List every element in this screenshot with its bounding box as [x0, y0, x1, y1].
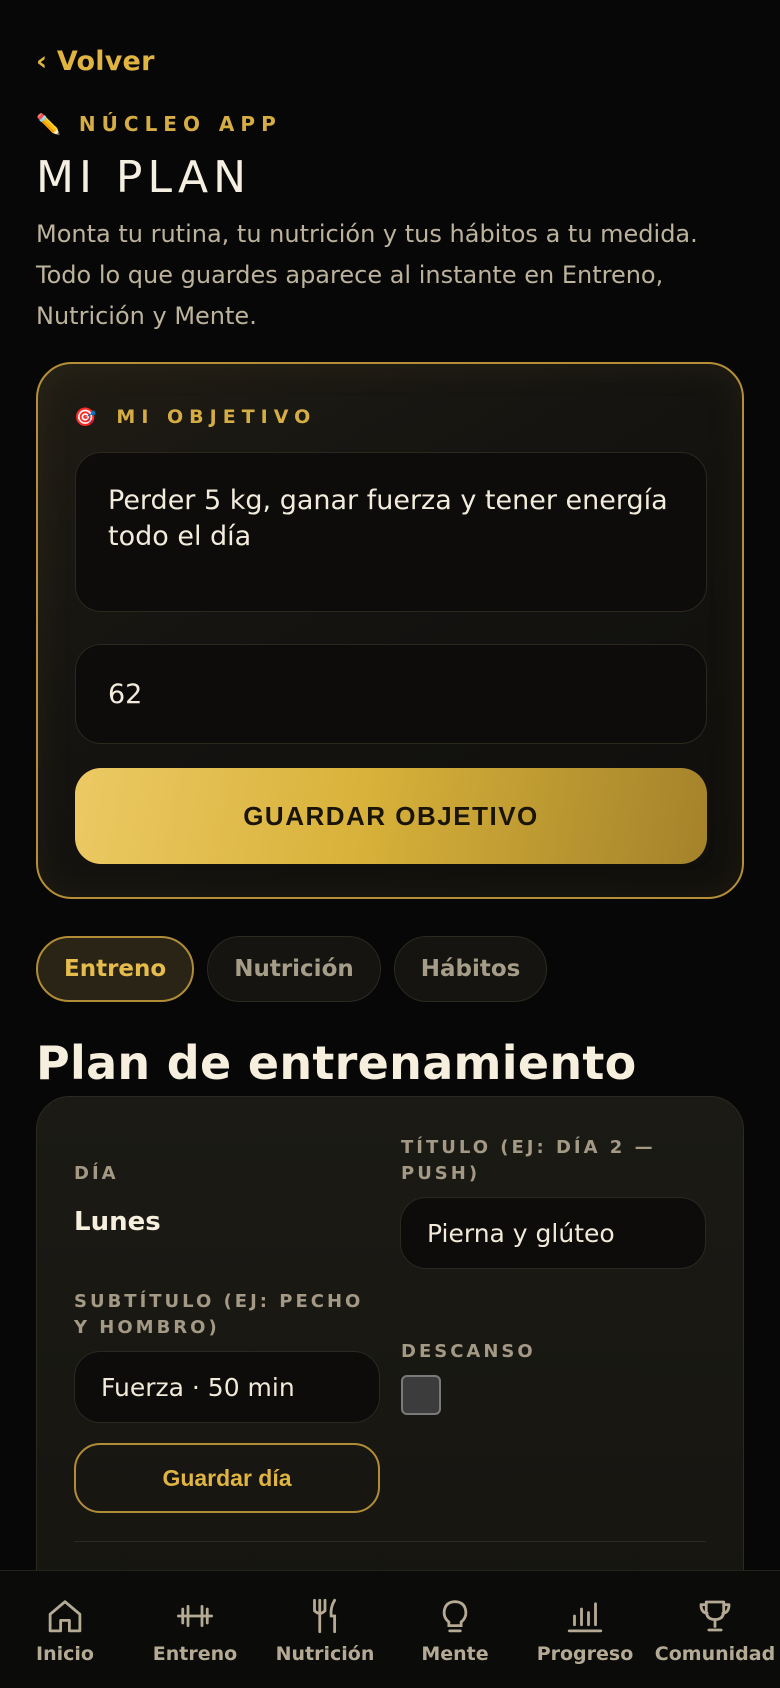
subtitle-input[interactable]: Fuerza · 50 min	[74, 1351, 380, 1423]
nav-label: Inicio	[36, 1643, 94, 1665]
nav-label: Comunidad	[654, 1643, 776, 1665]
eyebrow-text: NÚCLEO APP	[78, 112, 282, 136]
goal-textarea[interactable]: Perder 5 kg, ganar fuerza y tener energí…	[75, 452, 707, 612]
subtitle-label: SUBTÍTULO (EJ: PECHO Y HOMBRO)	[74, 1291, 364, 1338]
day-label: DÍA	[74, 1163, 119, 1184]
nav-label: Mente	[421, 1643, 489, 1665]
title-label: TÍTULO (EJ: DÍA 2 — PUSH)	[401, 1137, 656, 1184]
nav-mente[interactable]: Mente	[392, 1595, 518, 1665]
nav-nutricion[interactable]: Nutrición	[262, 1595, 388, 1665]
tab-nutricion[interactable]: Nutrición	[207, 936, 381, 1002]
card-divider	[74, 1541, 706, 1542]
nav-inicio[interactable]: Inicio	[2, 1595, 128, 1665]
nav-progreso[interactable]: Progreso	[522, 1595, 648, 1665]
weight-input[interactable]: 62	[75, 644, 707, 744]
target-icon: 🎯	[74, 406, 97, 428]
app-eyebrow: ✏️ NÚCLEO APP	[36, 112, 282, 136]
bar-chart-icon	[567, 1602, 603, 1633]
page-title: MI PLAN	[36, 152, 251, 203]
nav-label: Entreno	[152, 1643, 238, 1665]
back-link[interactable]: ‹ Volver	[36, 46, 155, 77]
mi-plan-screen: ‹ Volver ✏️ NÚCLEO APP MI PLAN Monta tu …	[0, 0, 780, 1688]
save-objective-button[interactable]: GUARDAR OBJETIVO	[75, 768, 707, 864]
nav-label: Nutrición	[275, 1643, 375, 1665]
home-icon	[48, 1600, 82, 1633]
objective-card: 🎯 MI OBJETIVO Perder 5 kg, ganar fuerza …	[36, 362, 744, 899]
trophy-icon	[699, 1600, 731, 1632]
rest-checkbox[interactable]	[401, 1375, 441, 1415]
tab-habitos[interactable]: Hábitos	[393, 936, 548, 1002]
title-input[interactable]: Pierna y glúteo	[400, 1197, 706, 1269]
nav-comunidad[interactable]: Comunidad	[652, 1595, 778, 1665]
save-day-button[interactable]: Guardar día	[74, 1443, 380, 1513]
rest-label: DESCANSO	[401, 1341, 536, 1362]
nav-label: Progreso	[536, 1643, 634, 1665]
tab-entreno[interactable]: Entreno	[36, 936, 195, 1002]
lightbulb-icon	[442, 1600, 468, 1633]
pencil-icon: ✏️	[36, 112, 61, 136]
objective-label: 🎯 MI OBJETIVO	[74, 406, 316, 428]
dumbbell-icon	[176, 1604, 214, 1628]
bottom-nav: Inicio Entreno Nutrición Mente Progreso …	[0, 1570, 780, 1688]
nav-entreno[interactable]: Entreno	[132, 1595, 258, 1665]
fork-knife-icon	[313, 1598, 337, 1634]
day-value[interactable]: Lunes	[74, 1207, 161, 1237]
page-description: Monta tu rutina, tu nutrición y tus hábi…	[36, 220, 698, 330]
plan-tabs: Entreno Nutrición Hábitos	[36, 936, 548, 1002]
section-title: Plan de entrenamiento	[36, 1036, 637, 1090]
objective-label-text: MI OBJETIVO	[116, 406, 317, 428]
